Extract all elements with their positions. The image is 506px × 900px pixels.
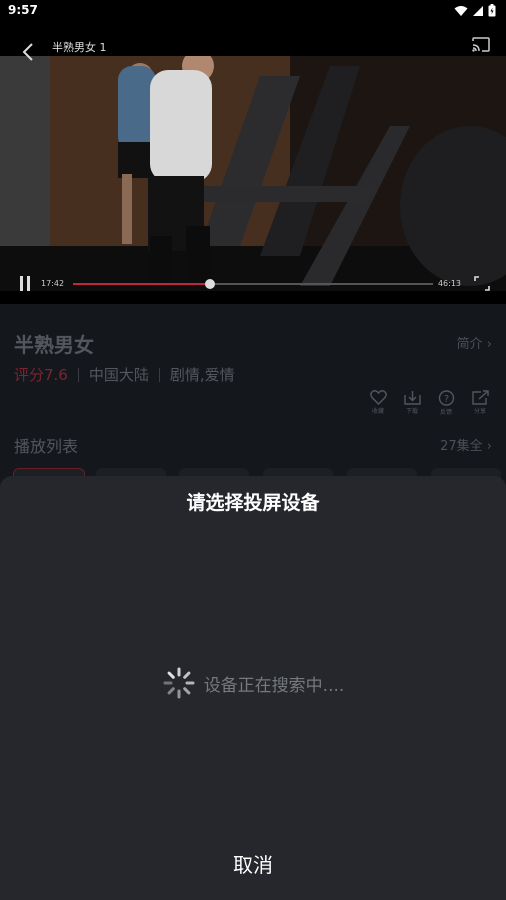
video-scene xyxy=(0,56,506,291)
action-bar: 收藏 下载 ? 反馈 分享 xyxy=(368,390,490,416)
share-icon xyxy=(471,390,489,405)
current-time: 17:42 xyxy=(41,279,65,288)
video-player[interactable]: 半熟男女 1 17:42 46:13 xyxy=(0,22,506,304)
sheet-title: 请选择投屏设备 xyxy=(186,492,320,514)
loading-spinner-icon xyxy=(163,667,195,699)
help-icon: ? xyxy=(438,390,454,406)
video-title: 半熟男女 1 xyxy=(52,41,107,54)
status-time: 9:57 xyxy=(8,3,38,17)
download-button[interactable]: 下载 xyxy=(402,390,422,416)
feedback-button[interactable]: ? 反馈 xyxy=(436,390,456,416)
meta-divider xyxy=(77,367,79,382)
rating: 评分7.6 xyxy=(14,366,68,384)
playlist-title: 播放列表 xyxy=(14,437,79,456)
action-label: 收藏 xyxy=(371,408,384,415)
region: 中国大陆 xyxy=(88,366,149,384)
progress-fill xyxy=(73,283,210,285)
back-icon[interactable] xyxy=(20,42,38,62)
cast-icon[interactable] xyxy=(472,37,490,52)
search-status: 设备正在搜索中.... xyxy=(0,666,506,700)
status-bar: 9:57 xyxy=(0,0,506,22)
share-button[interactable]: 分享 xyxy=(470,390,490,416)
battery-icon xyxy=(488,4,496,17)
heart-icon xyxy=(369,390,387,405)
action-label: 分享 xyxy=(473,408,486,415)
video-frame[interactable] xyxy=(0,56,506,291)
progress-knob[interactable] xyxy=(204,279,215,289)
wifi-icon xyxy=(454,5,468,16)
player-top-bar: 半熟男女 1 xyxy=(0,22,506,61)
cancel-button[interactable]: 取消 xyxy=(0,840,506,890)
show-title: 半熟男女 xyxy=(14,333,94,357)
download-icon xyxy=(403,391,421,405)
searching-text: 设备正在搜索中.... xyxy=(203,675,345,696)
show-meta: 评分7.6 中国大陆 剧情,爱情 xyxy=(14,364,235,385)
progress-slider[interactable] xyxy=(73,279,433,289)
cast-device-sheet: 请选择投屏设备 设备正在搜索中.... 取消 xyxy=(0,476,506,900)
fullscreen-icon[interactable] xyxy=(474,276,490,291)
player-controls: 17:42 46:13 xyxy=(0,268,506,298)
meta-divider xyxy=(158,367,160,382)
action-label: 反馈 xyxy=(439,409,452,416)
genres: 剧情,爱情 xyxy=(169,366,235,384)
signal-icon xyxy=(473,5,483,16)
intro-link[interactable]: 简介 › xyxy=(457,333,492,352)
action-label: 下载 xyxy=(405,408,418,415)
favorite-button[interactable]: 收藏 xyxy=(368,390,388,416)
status-icons xyxy=(454,4,496,17)
total-time: 46:13 xyxy=(437,279,461,288)
svg-text:?: ? xyxy=(443,394,448,405)
pause-icon[interactable] xyxy=(18,276,32,291)
episode-count-link[interactable]: 27集全 › xyxy=(440,435,492,454)
